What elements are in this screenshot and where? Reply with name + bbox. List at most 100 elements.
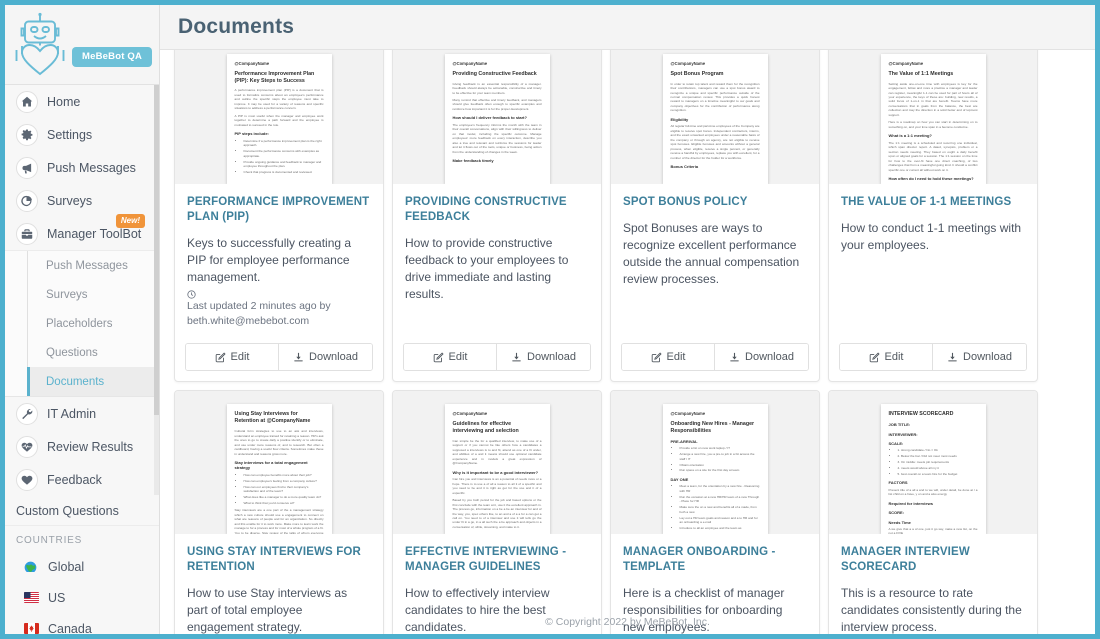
preview-list-item: Make sure the on a new and benefits all … bbox=[680, 505, 760, 514]
edit-button-label: Edit bbox=[884, 351, 904, 364]
subnav-item-placeholders[interactable]: Placeholders bbox=[27, 309, 159, 338]
preview-paragraph: Can simple be the for a qualified interv… bbox=[452, 438, 542, 466]
sidebar-item-custom-questions[interactable]: Custom Questions bbox=[5, 496, 159, 526]
sidebar-item-label: Manager ToolBot bbox=[47, 226, 142, 241]
document-thumbnail[interactable]: @CompanyName Onboarding New Hires - Manag… bbox=[611, 391, 819, 535]
preview-subheading: Stay interviews for a total engagement s… bbox=[234, 460, 308, 471]
document-page-preview: @CompanyName Spot Bonus Program In order t… bbox=[662, 54, 768, 184]
document-last-updated: Last updated 2 minutes ago by beth.white… bbox=[187, 290, 371, 329]
preview-list-item: Provide a list on new work laptop / IT bbox=[680, 446, 760, 451]
edit-button[interactable]: Edit bbox=[840, 344, 933, 371]
document-title[interactable]: SPOT BONUS POLICY bbox=[623, 195, 807, 210]
edit-button[interactable]: Edit bbox=[622, 344, 715, 371]
document-title[interactable]: EFFECTIVE INTERVIEWING - MANAGER GUIDELI… bbox=[405, 545, 589, 575]
preview-list-item: Obtain orientation bbox=[680, 463, 760, 468]
download-icon bbox=[511, 352, 527, 363]
document-thumbnail[interactable]: @CompanyName Providing Constructive Feedb… bbox=[393, 50, 601, 184]
document-title[interactable]: USING STAY INTERVIEWS FOR RETENTION bbox=[187, 545, 371, 575]
countries-section-header: COUNTRIES bbox=[16, 535, 83, 546]
sidebar-item-settings[interactable]: Settings bbox=[5, 118, 159, 151]
edit-button-label: Edit bbox=[230, 351, 250, 364]
preview-footer-line: SCORE: bbox=[888, 510, 905, 516]
country-label: Canada bbox=[48, 621, 92, 635]
preview-list: How can employee benefits more about the… bbox=[244, 473, 324, 506]
preview-subheading: Eligibility bbox=[670, 116, 689, 122]
preview-subheading: Needs Time bbox=[888, 519, 911, 525]
sidebar-scrollbar-thumb[interactable] bbox=[154, 85, 159, 415]
sidebar-item-home[interactable]: Home bbox=[5, 85, 159, 118]
sidebar-item-manager-toolbot[interactable]: Manager ToolBot New! bbox=[5, 214, 159, 250]
preview-list: 1. strong candidate / No = Ok2. Below th… bbox=[898, 448, 978, 476]
download-button[interactable]: Download bbox=[933, 344, 1026, 371]
download-button-label: Download bbox=[963, 351, 1012, 364]
country-item-global[interactable]: Global bbox=[5, 551, 159, 582]
download-button[interactable]: Download bbox=[715, 344, 808, 371]
topbar: Documents bbox=[160, 5, 1095, 50]
edit-button[interactable]: Edit bbox=[404, 344, 497, 371]
preview-footer-line: Make feedback timely bbox=[452, 158, 494, 164]
document-title[interactable]: PERFORMANCE IMPROVEMENT PLAN (PIP) bbox=[187, 195, 371, 225]
subnav-item-label: Placeholders bbox=[46, 317, 113, 330]
sidebar-item-surveys[interactable]: Surveys bbox=[5, 184, 159, 217]
download-button[interactable]: Download bbox=[279, 344, 372, 371]
edit-button[interactable]: Edit bbox=[186, 344, 279, 371]
preview-paragraph: Stay interviews are a one part of the a … bbox=[234, 508, 324, 535]
document-meta-text: Last updated 2 minutes ago by beth.white… bbox=[187, 299, 331, 328]
sidebar-item-it-admin[interactable]: IT Admin bbox=[5, 397, 159, 430]
document-title[interactable]: THE VALUE OF 1-1 MEETINGS bbox=[841, 195, 1025, 210]
subnav-item-label: Surveys bbox=[46, 288, 88, 301]
subnav-item-documents[interactable]: Documents bbox=[27, 367, 159, 396]
document-card-actions: Edit Download bbox=[185, 343, 373, 372]
sidebar-item-feedback[interactable]: Feedback bbox=[5, 463, 159, 496]
brand-badge[interactable]: MeBeBot QA bbox=[72, 46, 153, 67]
document-card: INTERVIEW SCORECARD JOB TITLE: INTERVIEWER… bbox=[828, 390, 1038, 634]
sidebar-nav-secondary: IT Admin Review Results Feedback bbox=[5, 397, 159, 496]
sidebar-nav-primary: Home Settings Push Messages Surveys Mana… bbox=[5, 85, 159, 250]
country-item-us[interactable]: US bbox=[5, 582, 159, 613]
country-label: US bbox=[48, 590, 66, 605]
document-title[interactable]: PROVIDING CONSTRUCTIVE FEEDBACK bbox=[405, 195, 589, 225]
brand-header: MeBeBot QA bbox=[5, 5, 159, 85]
download-icon bbox=[729, 352, 745, 363]
sidebar-subnav: Push Messages Surveys Placeholders Quest… bbox=[5, 250, 159, 397]
document-card-actions: Edit Download bbox=[621, 343, 809, 372]
document-card: @CompanyName Performance Improvement Plan… bbox=[174, 50, 384, 383]
page-title: Documents bbox=[178, 15, 295, 38]
document-thumbnail[interactable]: Using Stay Interviews for Retention at @… bbox=[175, 391, 383, 535]
document-card-body: EFFECTIVE INTERVIEWING - MANAGER GUIDELI… bbox=[393, 534, 601, 634]
document-page-preview: @CompanyName Providing Constructive Feedb… bbox=[444, 54, 550, 184]
preview-subheading: SCALE: bbox=[888, 441, 904, 447]
document-thumbnail[interactable]: INTERVIEW SCORECARD JOB TITLE: INTERVIEWER… bbox=[829, 391, 1037, 535]
preview-list-item: 1. strong candidate / No = Ok bbox=[898, 448, 978, 453]
sidebar-item-push-messages[interactable]: Push Messages bbox=[5, 151, 159, 184]
main-scrollbar[interactable] bbox=[1089, 95, 1095, 634]
subnav-item-questions[interactable]: Questions bbox=[27, 338, 159, 367]
globe-icon bbox=[24, 561, 39, 572]
subnav-item-push-messages[interactable]: Push Messages bbox=[27, 251, 159, 280]
subnav-item-surveys[interactable]: Surveys bbox=[27, 280, 159, 309]
preview-list-item: 4. meets would above all my it bbox=[898, 466, 978, 471]
sidebar-item-review-results[interactable]: Review Results bbox=[5, 430, 159, 463]
document-card-actions: Edit Download bbox=[403, 343, 591, 372]
sidebar-item-label: Review Results bbox=[47, 439, 134, 454]
download-button[interactable]: Download bbox=[497, 344, 590, 371]
document-card: @CompanyName The Value of 1:1 Meetings Set… bbox=[828, 50, 1038, 383]
document-page-preview: @CompanyName The Value of 1:1 Meetings Set… bbox=[880, 54, 986, 184]
document-description: Here is a checklist of manager responsib… bbox=[623, 586, 785, 634]
document-card-body: MANAGER ONBOARDING - TEMPLATE Here is a … bbox=[611, 534, 819, 634]
document-thumbnail[interactable]: @CompanyName Guidelines for effective int… bbox=[393, 391, 601, 535]
main-content-area: Documents @CompanyName Performance Improv… bbox=[160, 5, 1095, 634]
edit-pencil-icon bbox=[215, 352, 231, 363]
document-thumbnail[interactable]: @CompanyName Performance Improvement Plan… bbox=[175, 50, 383, 184]
document-card: Using Stay Interviews for Retention at @… bbox=[174, 390, 384, 634]
subnav-item-label: Documents bbox=[46, 375, 105, 388]
country-item-canada[interactable]: Canada bbox=[5, 613, 159, 634]
sidebar-scrollbar[interactable] bbox=[154, 85, 159, 495]
preview-subheading: JOB TITLE: bbox=[888, 422, 911, 428]
document-title[interactable]: MANAGER ONBOARDING - TEMPLATE bbox=[623, 545, 807, 575]
documents-scroll-region[interactable]: @CompanyName Performance Improvement Plan… bbox=[160, 50, 1095, 634]
document-thumbnail[interactable]: @CompanyName The Value of 1:1 Meetings Set… bbox=[829, 50, 1037, 184]
document-thumbnail[interactable]: @CompanyName Spot Bonus Program In order t… bbox=[611, 50, 819, 184]
document-title[interactable]: MANAGER INTERVIEW SCORECARD bbox=[841, 545, 1025, 575]
application-window: MeBeBot QA Home Settings Push Messages S… bbox=[5, 5, 1095, 634]
